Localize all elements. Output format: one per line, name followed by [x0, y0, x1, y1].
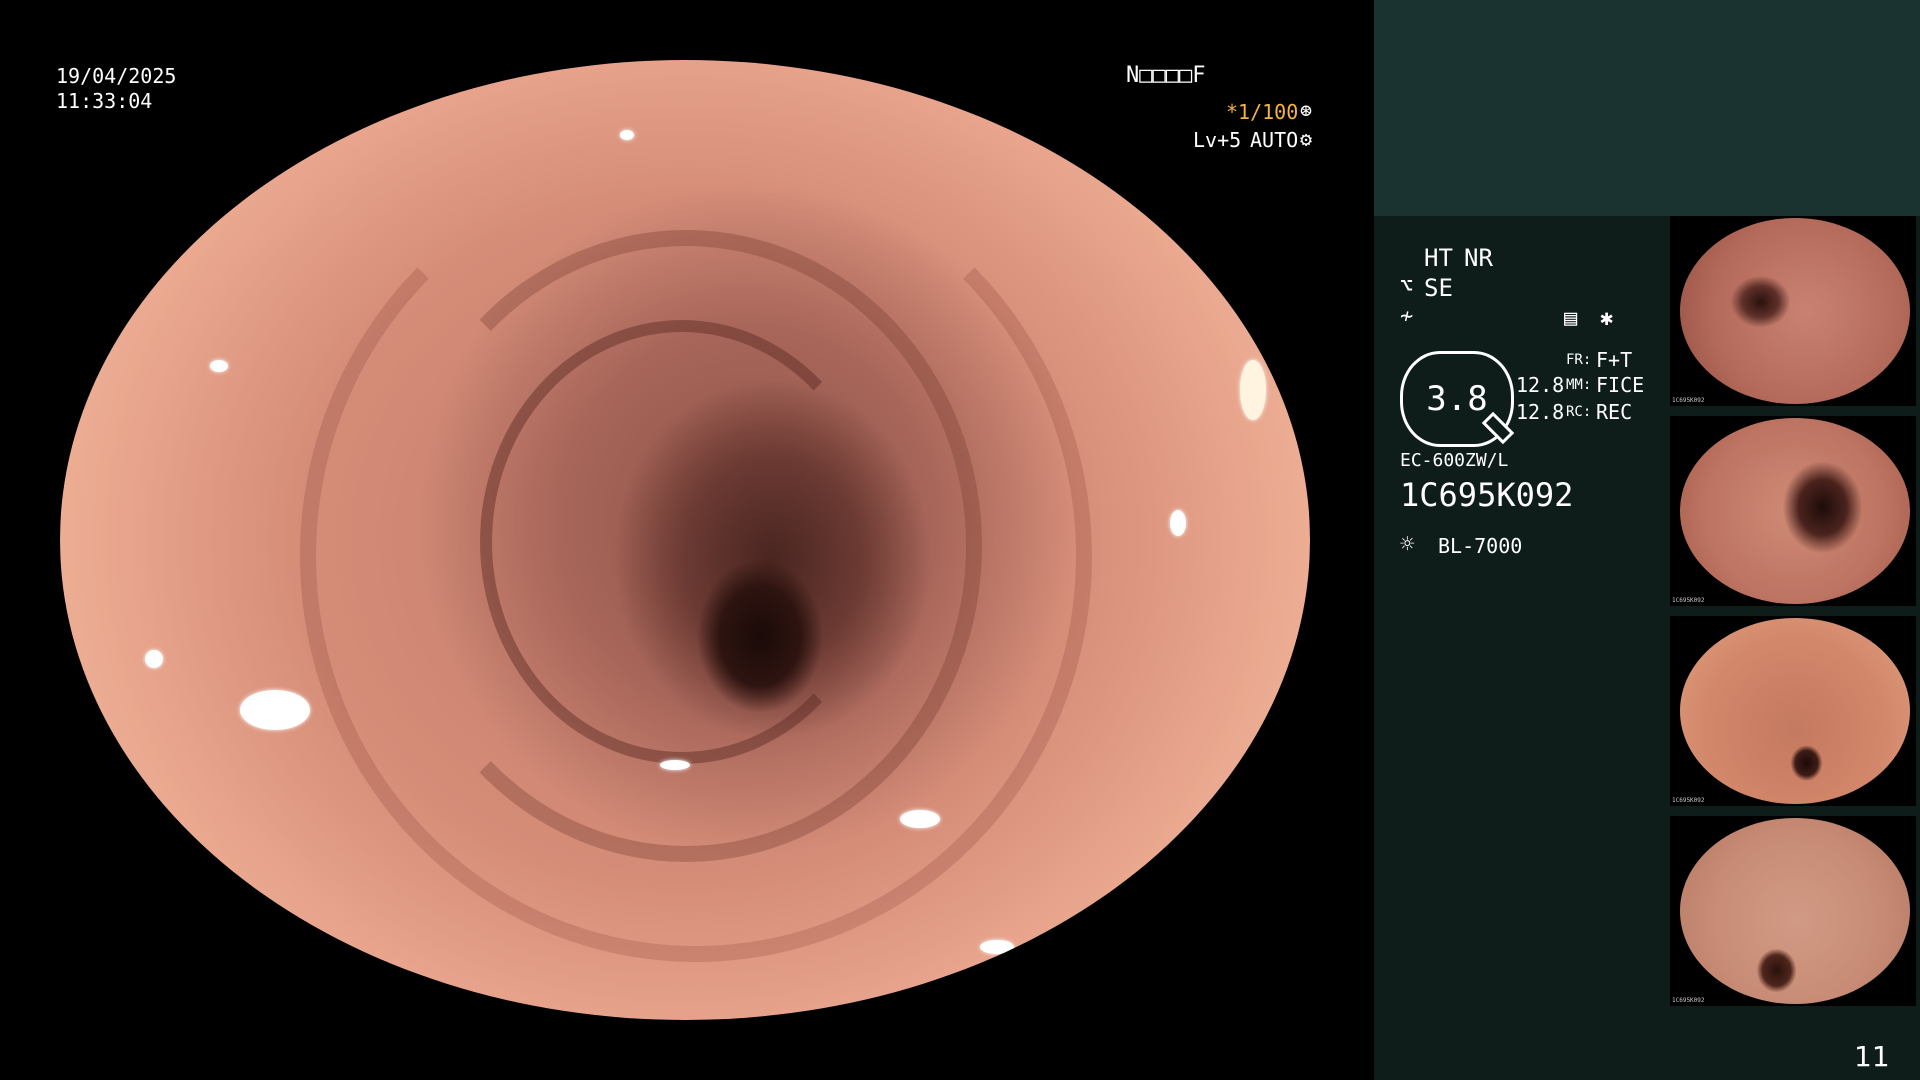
rc-value: REC: [1596, 400, 1633, 424]
brightness-level: Lv+5: [1193, 128, 1242, 152]
gear-icon: ⚙: [1300, 127, 1313, 151]
mm-key: MM:: [1566, 377, 1592, 393]
asterisk-icon: ✱: [1600, 306, 1614, 331]
nr-label: NR: [1464, 244, 1493, 272]
scope-icon: ⌥: [1400, 274, 1414, 299]
thumbnail-image[interactable]: 1C695K092: [1670, 416, 1916, 606]
thumbnail-caption: 1C695K092: [1672, 797, 1705, 804]
image-count: 11: [1854, 1040, 1890, 1073]
menu-icon: ▤: [1564, 306, 1578, 331]
sun-icon: ☼: [1400, 530, 1415, 558]
fr-value: F+T: [1596, 348, 1633, 372]
iris-mode: AUTO: [1250, 128, 1299, 152]
thumbnail-caption: 1C695K092: [1672, 597, 1705, 604]
mm-value: FICE: [1596, 373, 1645, 397]
zoom-indicator: 3.8: [1400, 351, 1515, 447]
mucosal-fold: [480, 320, 884, 764]
specular-highlight: [660, 760, 690, 770]
thumbnail-image[interactable]: 1C695K092: [1670, 616, 1916, 806]
thumbnail-image[interactable]: 1C695K092: [1670, 816, 1916, 1006]
specular-highlight: [620, 130, 634, 140]
light-source: BL-7000: [1438, 534, 1523, 558]
specular-highlight: [1240, 360, 1266, 420]
thumbnail-image[interactable]: 1C695K092: [1670, 216, 1916, 406]
thumbnail-scope-view: [1680, 218, 1910, 404]
scope-model: EC-600ZW/L: [1400, 450, 1509, 471]
thumbnail-scope-view: [1680, 618, 1910, 804]
se-label: SE: [1424, 274, 1453, 302]
specular-highlight: [1170, 510, 1186, 536]
rc-key: RC:: [1566, 404, 1592, 420]
specular-highlight: [210, 360, 228, 372]
freeze-icon: ≁: [1400, 304, 1414, 329]
shutter-speed: *1/100: [1226, 100, 1299, 124]
thumbnail-scope-view: [1680, 818, 1910, 1004]
mm-number: 12.8: [1516, 373, 1565, 397]
specular-highlight: [145, 650, 163, 668]
thumbnail-caption: 1C695K092: [1672, 397, 1705, 404]
scope-serial: 1C695K092: [1400, 476, 1574, 514]
thumbnail-caption: 1C695K092: [1672, 997, 1705, 1004]
panel-header-area: [1374, 0, 1920, 216]
zoom-value: 3.8: [1426, 379, 1488, 419]
patient-code: N□□□□F: [1126, 63, 1206, 88]
specular-highlight: [980, 940, 1014, 954]
thumbnail-scope-view: [1680, 418, 1910, 604]
exam-time: 11:33:04: [56, 89, 153, 113]
magnifier-handle-icon: [1481, 411, 1515, 445]
rc-number: 12.8: [1516, 400, 1565, 424]
endoscopic-image: [60, 60, 1310, 1020]
exam-date: 19/04/2025: [56, 64, 177, 88]
fr-key: FR:: [1566, 352, 1592, 368]
specular-highlight: [900, 810, 940, 828]
side-panel: HT NR ⌥ SE ≁ ▤ ✱ 3.8 FR: F+T 12.8 MM: FI…: [1374, 0, 1920, 1080]
aperture-icon: ⊛: [1300, 98, 1313, 122]
ht-label: HT: [1424, 244, 1453, 272]
specular-highlight: [240, 690, 310, 730]
